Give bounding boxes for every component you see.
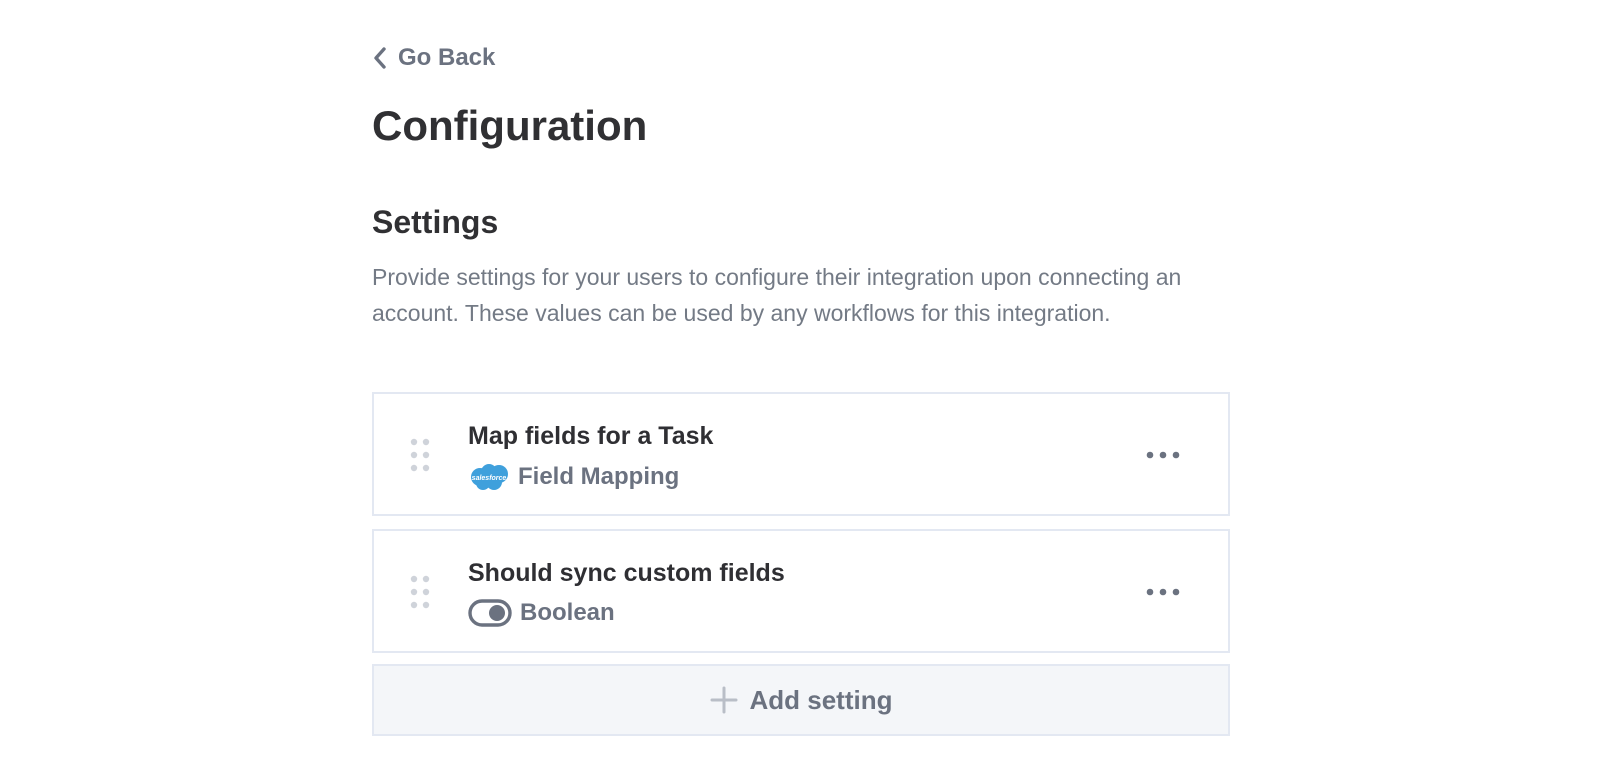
add-setting-button[interactable]: Add setting — [372, 664, 1230, 736]
go-back-label: Go Back — [398, 44, 496, 71]
setting-card[interactable]: Map fields for a Task salesforce Field M… — [372, 392, 1230, 516]
setting-title: Map fields for a Task — [468, 422, 714, 450]
section-title: Settings — [372, 204, 499, 240]
more-options-icon[interactable] — [1144, 440, 1184, 470]
more-options-icon[interactable] — [1144, 577, 1184, 607]
salesforce-logo-text: salesforce — [472, 475, 507, 482]
page-title: Configuration — [372, 102, 648, 149]
setting-type-label: Boolean — [520, 599, 615, 626]
go-back-link[interactable]: Go Back — [372, 44, 495, 72]
chevron-left-icon — [372, 46, 388, 70]
drag-handle-icon[interactable] — [409, 438, 431, 472]
setting-card[interactable]: Should sync custom fields Boolean — [372, 529, 1230, 653]
toggle-icon — [468, 599, 512, 627]
plus-icon — [710, 686, 738, 714]
section-description: Provide settings for your users to confi… — [372, 264, 1182, 326]
drag-handle-icon[interactable] — [409, 575, 431, 609]
setting-type: Boolean — [468, 599, 615, 627]
setting-title: Should sync custom fields — [468, 559, 785, 587]
add-setting-label: Add setting — [749, 684, 893, 715]
salesforce-logo-icon: salesforce — [468, 462, 510, 492]
setting-type: salesforce Field Mapping — [468, 462, 679, 492]
setting-type-label: Field Mapping — [518, 463, 680, 490]
